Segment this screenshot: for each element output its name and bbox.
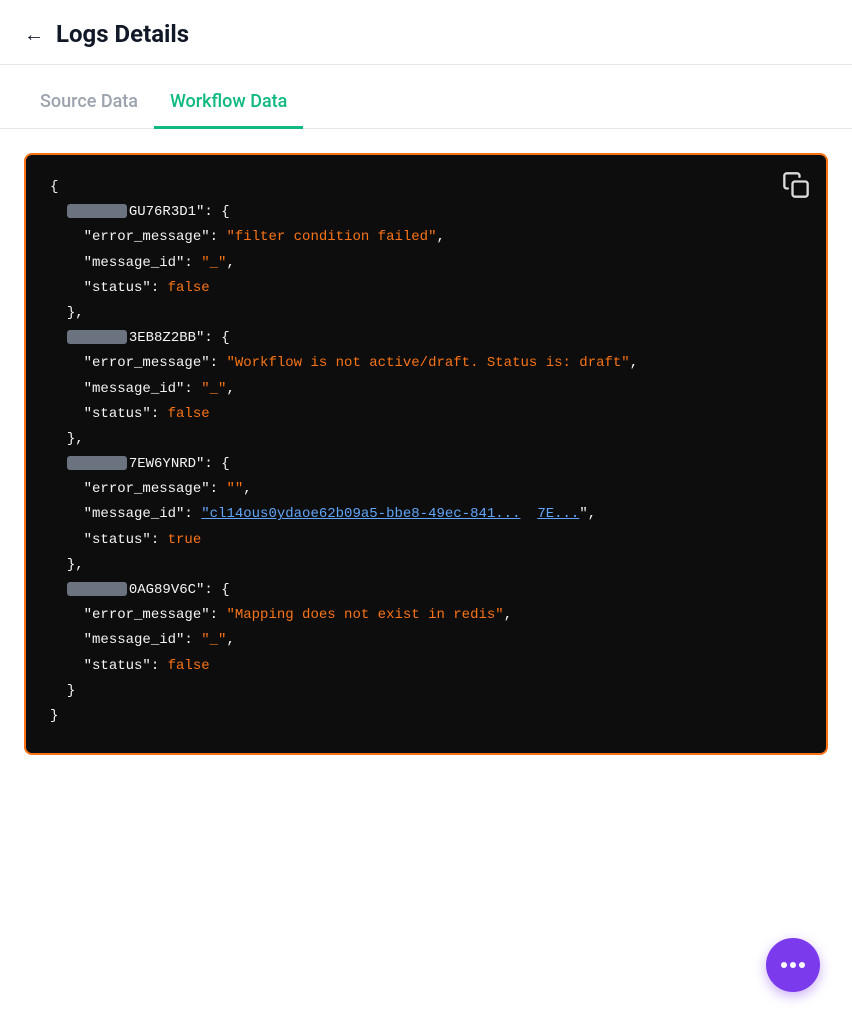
header: ← Logs Details <box>0 0 852 65</box>
tab-source-data[interactable]: Source Data <box>24 73 154 129</box>
copy-button[interactable] <box>782 171 810 199</box>
chat-button[interactable] <box>766 938 820 992</box>
tab-workflow-data[interactable]: Workflow Data <box>154 73 303 129</box>
back-button[interactable]: ← <box>24 22 44 47</box>
tabs-bar: Source Data Workflow Data <box>0 73 852 129</box>
redacted-id-2 <box>67 330 127 344</box>
redacted-id-4 <box>67 582 127 596</box>
code-content: { GU76R3D1": { "error_message": "filter … <box>26 155 826 753</box>
redacted-id-3 <box>67 456 127 470</box>
redacted-id-1 <box>67 204 127 218</box>
code-block-container: { GU76R3D1": { "error_message": "filter … <box>24 153 828 755</box>
chat-icon <box>781 962 805 968</box>
page-title: Logs Details <box>56 20 189 48</box>
